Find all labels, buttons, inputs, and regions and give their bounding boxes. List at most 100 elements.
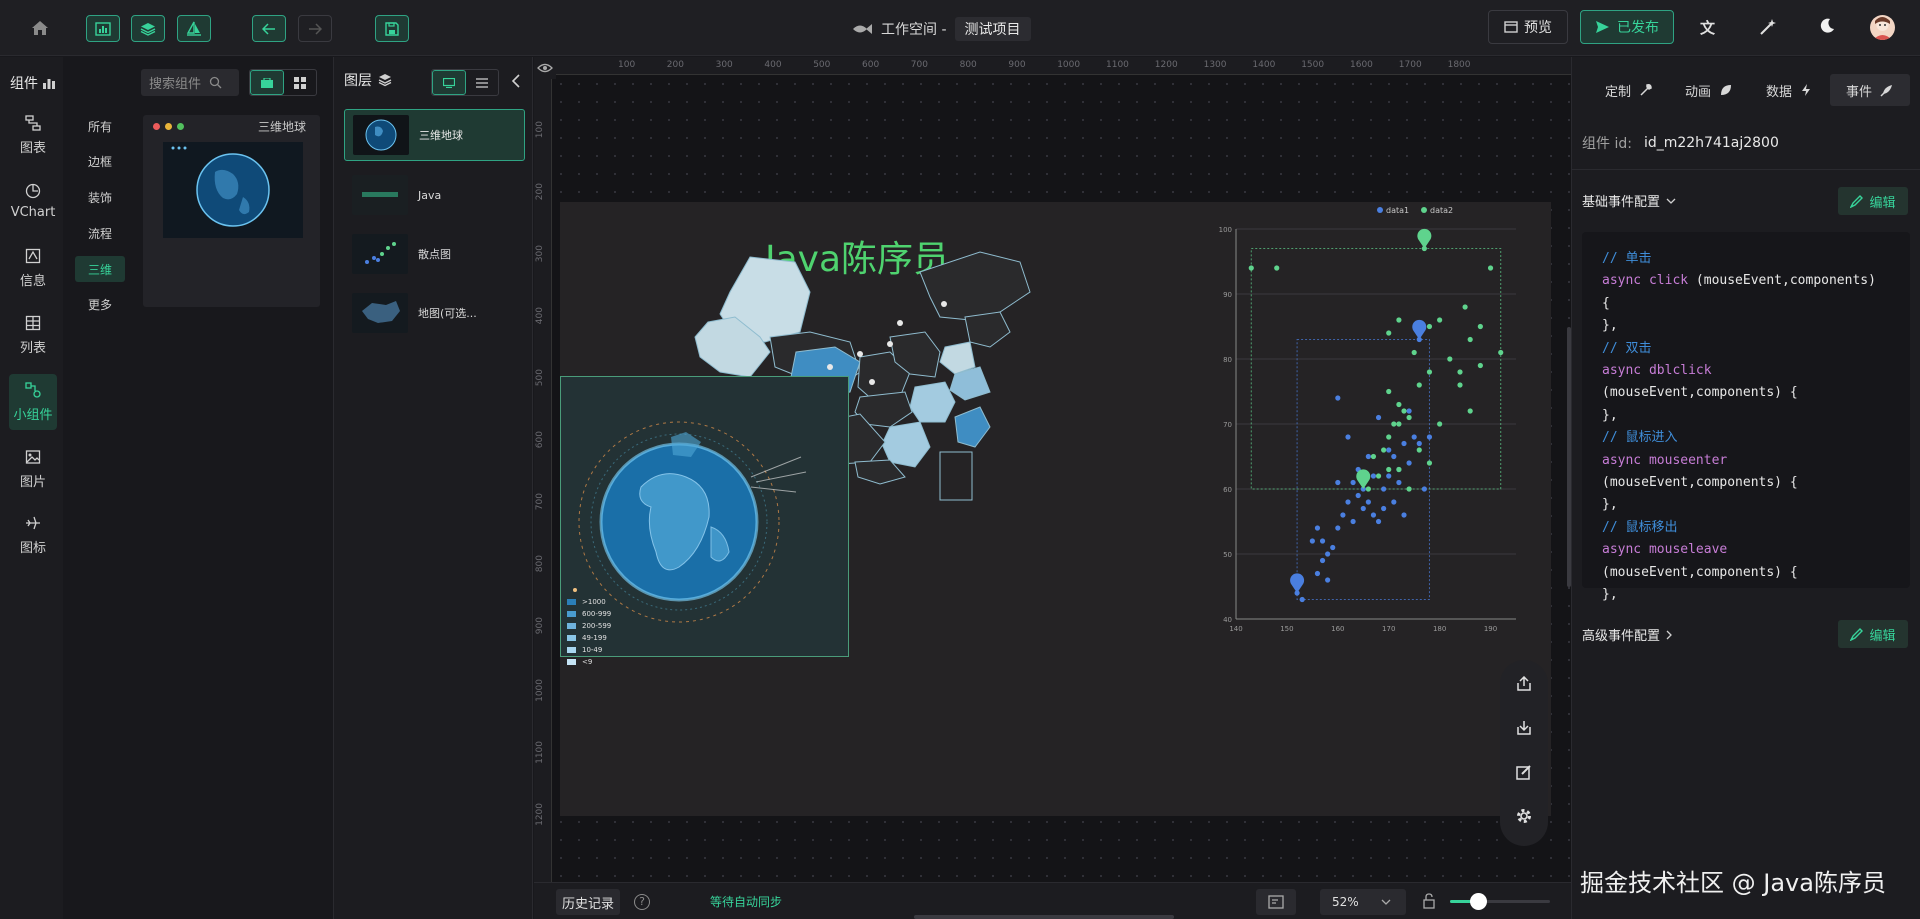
- ruler-tick: 600: [535, 431, 545, 449]
- layer-item[interactable]: 散点图: [344, 228, 525, 280]
- scatter-point: [1457, 382, 1463, 388]
- toggle-config-button[interactable]: [177, 15, 211, 42]
- basic-events-header[interactable]: 基础事件配置: [1582, 191, 1676, 210]
- card-view-button[interactable]: [250, 70, 284, 95]
- theme-effect-button[interactable]: [1758, 17, 1780, 39]
- layer-item-selected[interactable]: 三维地球: [344, 109, 525, 161]
- tab-custom[interactable]: 定制: [1590, 74, 1668, 106]
- search-box[interactable]: 搜索组件: [141, 69, 239, 96]
- y-tick-label: 90: [1223, 291, 1232, 299]
- component-card[interactable]: 三维地球: [143, 115, 320, 307]
- category-vchart[interactable]: VChart: [9, 173, 57, 229]
- subcategory-item[interactable]: 边框: [75, 148, 125, 174]
- category-icons[interactable]: 图标: [9, 507, 57, 563]
- category-widgets[interactable]: 小组件: [9, 374, 57, 430]
- legend-label: 49-199: [582, 634, 607, 642]
- zoom-select[interactable]: 52%: [1320, 889, 1406, 915]
- layer-name: 三维地球: [419, 129, 463, 142]
- x-tick-label: 140: [1229, 625, 1242, 632]
- edit-label: 编辑: [1869, 628, 1896, 644]
- category-images[interactable]: 图片: [9, 441, 57, 497]
- subcategory-item[interactable]: 更多: [75, 291, 125, 317]
- home-button[interactable]: [30, 18, 54, 40]
- scatter-chart[interactable]: 40 50 60 70 80 90 100 140 150 160 170 180 190 data1 da…: [1200, 202, 1551, 632]
- legend-label: data2: [1430, 206, 1453, 215]
- edit-advanced-events-button[interactable]: 编辑: [1838, 620, 1908, 648]
- bar-chart-icon: [43, 79, 55, 89]
- code-line: // 鼠标移出: [1602, 517, 1890, 539]
- screen-canvas[interactable]: Java陈序员 >1000 600-999 200-599 49-199 10-…: [560, 202, 1551, 816]
- subcategory-item[interactable]: 流程: [75, 220, 125, 246]
- y-tick-label: 100: [1219, 226, 1232, 234]
- dark-mode-toggle[interactable]: [1818, 17, 1840, 39]
- subcategory-item[interactable]: 所有: [75, 113, 125, 139]
- scatter-point: [1386, 434, 1392, 440]
- lock-button[interactable]: [1422, 893, 1436, 911]
- tab-events[interactable]: 事件: [1830, 74, 1910, 106]
- ruler-tick: 800: [959, 60, 977, 70]
- ruler-tick: 700: [910, 60, 928, 70]
- zoom-slider[interactable]: [1450, 893, 1550, 910]
- layer-item[interactable]: 地图(可选...: [344, 287, 525, 339]
- settings-button[interactable]: [1512, 804, 1536, 828]
- widget-icon: [25, 381, 41, 398]
- scatter-point: [1386, 447, 1392, 453]
- import-button[interactable]: [1512, 716, 1536, 740]
- save-button[interactable]: [375, 15, 409, 42]
- category-charts[interactable]: 图表: [9, 107, 57, 163]
- scatter-point: [1498, 349, 1504, 356]
- eye-icon[interactable]: [537, 62, 553, 74]
- history-button[interactable]: 历史记录: [556, 889, 621, 915]
- bolt-icon: [1802, 84, 1810, 96]
- scatter-point: [1416, 382, 1422, 388]
- user-avatar[interactable]: [1870, 15, 1895, 40]
- subcategory-item[interactable]: 装饰: [75, 184, 125, 210]
- globe-component[interactable]: >1000 600-999 200-599 49-199 10-49 <9: [560, 376, 849, 666]
- tab-animation[interactable]: 动画: [1670, 74, 1748, 106]
- ruler-tick: 1200: [535, 803, 545, 826]
- legend-label: 10-49: [582, 646, 603, 654]
- tab-data[interactable]: 数据: [1750, 74, 1828, 106]
- edit-button[interactable]: [1512, 760, 1536, 784]
- edit-basic-events-button[interactable]: 编辑: [1838, 187, 1908, 215]
- scatter-point: [1360, 505, 1366, 512]
- category-info[interactable]: 信息: [9, 240, 57, 296]
- event-code-editor[interactable]: // 单击 async click (mouseEvent,components)…: [1582, 232, 1910, 602]
- ruler-tick: 1200: [1154, 60, 1178, 70]
- chevron-down-icon: [1666, 198, 1676, 204]
- publish-button[interactable]: 已发布: [1580, 10, 1674, 44]
- scatter-point: [1416, 447, 1422, 453]
- search-input[interactable]: 搜索组件: [149, 73, 201, 92]
- export-button[interactable]: [1512, 672, 1536, 696]
- zoom-slider-handle[interactable]: [1470, 893, 1487, 910]
- preview-button[interactable]: 预览: [1488, 10, 1568, 44]
- component-id-value: id_m22h741aj2800: [1643, 135, 1779, 151]
- scatter-point: [1355, 492, 1361, 499]
- undo-button[interactable]: [252, 15, 286, 42]
- x-tick-label: 190: [1484, 625, 1497, 632]
- language-button[interactable]: 文: [1700, 17, 1722, 39]
- project-name[interactable]: 测试项目: [954, 17, 1031, 41]
- advanced-events-header[interactable]: 高级事件配置: [1582, 625, 1672, 644]
- toggle-layers-button[interactable]: [131, 15, 165, 42]
- scatter-point: [1335, 479, 1341, 486]
- canvas-area[interactable]: 100 200 300 400 500 600 700 800 900 1000 1100 1200 1…: [534, 57, 1571, 882]
- minimap-button[interactable]: [1256, 889, 1296, 915]
- scatter-point: [1381, 447, 1387, 453]
- toggle-charts-button[interactable]: [86, 15, 120, 42]
- collapse-layers-button[interactable]: [510, 74, 526, 90]
- redo-button[interactable]: [298, 15, 332, 42]
- preview-label: 预览: [1524, 20, 1552, 36]
- horizontal-scrollbar[interactable]: [914, 915, 1174, 919]
- ruler-tick: 900: [1008, 60, 1026, 70]
- subcategory-item-active[interactable]: 三维: [75, 256, 125, 282]
- layer-item[interactable]: Java: [344, 169, 525, 221]
- category-list[interactable]: 列表: [9, 307, 57, 363]
- grid-view-button[interactable]: [284, 70, 316, 95]
- thumbnail-view-button[interactable]: [432, 70, 466, 95]
- scatter-point: [1411, 434, 1417, 440]
- help-icon[interactable]: ?: [634, 894, 650, 910]
- list-view-button[interactable]: [466, 70, 498, 95]
- layer-name: 散点图: [418, 248, 451, 261]
- mark-point-pin: [1356, 469, 1371, 489]
